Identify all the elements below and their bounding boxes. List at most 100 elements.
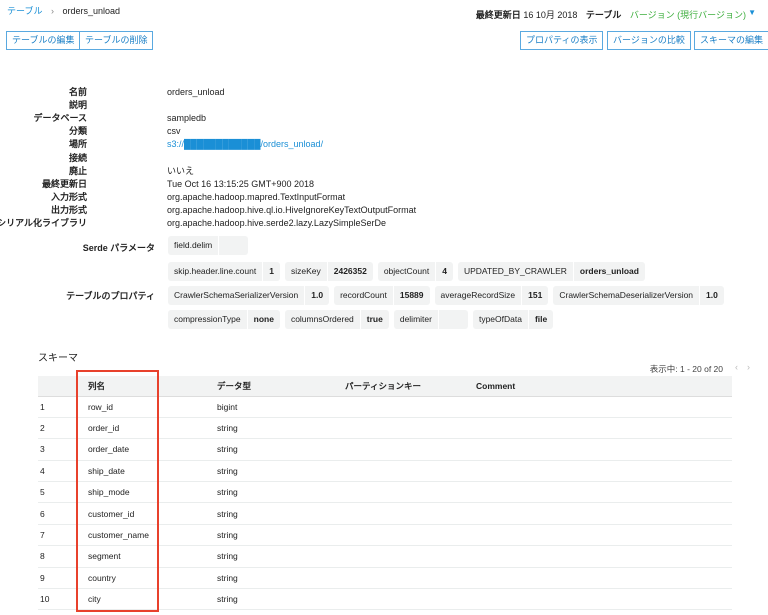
comment bbox=[476, 545, 732, 568]
table-label: テーブル bbox=[585, 10, 622, 20]
property-chip: typeOfData file bbox=[472, 310, 554, 329]
property-key: sizeKey bbox=[290, 266, 321, 276]
partition-key bbox=[345, 545, 476, 568]
property-chip: compressionType none bbox=[168, 310, 280, 329]
property-chip: UPDATED_BY_CRAWLER orders_unload bbox=[457, 262, 645, 281]
detail-label: 名前 bbox=[68, 87, 87, 97]
property-chip: objectCount 4 bbox=[377, 262, 453, 281]
partition-key bbox=[345, 502, 476, 525]
partition-key bbox=[345, 396, 476, 418]
caret-down-icon[interactable]: ▼ bbox=[748, 8, 756, 17]
property-value: orders_unload bbox=[572, 262, 645, 281]
detail-value: いいえ bbox=[167, 165, 195, 176]
comment bbox=[476, 438, 732, 461]
detail-label: データベース bbox=[33, 113, 87, 124]
col-partition-header[interactable]: パーティションキー bbox=[345, 376, 476, 397]
property-row: skip.header.line.count 1 sizeKey 2426352 obj… bbox=[168, 262, 645, 281]
row-index: 10 bbox=[38, 588, 80, 611]
col-comment-header[interactable]: Comment bbox=[476, 376, 732, 397]
detail-value[interactable]: s3://████████████/orders_unload/ bbox=[167, 138, 323, 151]
row-index: 2 bbox=[38, 417, 80, 440]
prev-page-icon[interactable]: ‹ bbox=[735, 362, 738, 372]
property-value: none bbox=[246, 310, 280, 329]
comment bbox=[476, 481, 732, 504]
partition-key bbox=[345, 588, 476, 611]
last-updated-value: 16 10月 2018 bbox=[523, 10, 578, 20]
next-page-icon[interactable]: › bbox=[747, 362, 750, 372]
pagination-info: 表示中: 1 - 20 of 20 bbox=[649, 364, 723, 374]
comment bbox=[476, 396, 732, 418]
property-key: CrawlerSchemaSerializerVersion bbox=[174, 290, 299, 300]
detail-row: 最終更新日 Tue Oct 16 13:15:25 GMT+900 2018 bbox=[0, 178, 700, 191]
detail-row: 分類 csv bbox=[0, 125, 700, 138]
detail-row: 入力形式 org.apache.hadoop.mapred.TextInputFo… bbox=[0, 191, 700, 204]
detail-row: 廃止 いいえ bbox=[0, 165, 700, 178]
breadcrumb: テーブル › orders_unload bbox=[7, 4, 120, 17]
breadcrumb-tables-link[interactable]: テーブル bbox=[7, 6, 42, 16]
last-updated-label: 最終更新日 bbox=[475, 10, 521, 20]
detail-row: 名前 orders_unload bbox=[0, 86, 700, 99]
column-type: string bbox=[217, 438, 345, 461]
breadcrumb-current: orders_unload bbox=[62, 6, 121, 16]
detail-row: 説明 bbox=[0, 99, 700, 112]
property-row: CrawlerSchemaSerializerVersion 1.0 recordC… bbox=[168, 286, 724, 305]
partition-key bbox=[345, 417, 476, 440]
property-value: 1.0 bbox=[699, 286, 724, 305]
detail-label: 廃止 bbox=[68, 165, 87, 176]
serde-params: field.delim bbox=[168, 236, 249, 255]
column-type: string bbox=[217, 417, 345, 440]
partition-key bbox=[345, 481, 476, 504]
column-type: string bbox=[217, 567, 345, 590]
row-index: 5 bbox=[38, 481, 80, 504]
property-key: UPDATED_BY_CRAWLER bbox=[463, 266, 567, 276]
header-meta: 最終更新日 16 10月 2018 テーブル バージョン (現行バージョン) bbox=[476, 8, 746, 21]
detail-label: 出力形式 bbox=[50, 204, 87, 215]
property-key: objectCount bbox=[383, 266, 430, 276]
property-chip: CrawlerSchemaDeserializerVersion 1.0 bbox=[553, 286, 724, 305]
detail-value: sampledb bbox=[167, 113, 207, 124]
detail-row: 接続 bbox=[0, 152, 700, 165]
compare-versions-button[interactable]: バージョンの比較 bbox=[607, 31, 691, 50]
row-index: 6 bbox=[38, 502, 80, 525]
property-chip: delimiter bbox=[393, 310, 468, 329]
comment bbox=[476, 524, 732, 547]
property-key: typeOfData bbox=[478, 314, 522, 324]
property-value: 151 bbox=[521, 286, 548, 305]
property-key: recordCount bbox=[340, 290, 387, 300]
partition-key bbox=[345, 567, 476, 590]
property-key: skip.header.line.count bbox=[174, 266, 257, 276]
detail-value: orders_unload bbox=[167, 87, 225, 97]
detail-label: 分類 bbox=[68, 126, 87, 137]
view-properties-button[interactable]: プロパティの表示 bbox=[520, 31, 604, 50]
detail-value: csv bbox=[167, 126, 181, 137]
column-type: string bbox=[217, 460, 345, 483]
property-chip: sizeKey 2426352 bbox=[284, 262, 373, 281]
column-type: string bbox=[217, 524, 345, 547]
partition-key bbox=[345, 438, 476, 461]
property-value: file bbox=[527, 310, 553, 329]
column-type: string bbox=[217, 588, 345, 611]
edit-schema-button[interactable]: スキーマの編集 bbox=[694, 31, 768, 50]
property-key: CrawlerSchemaDeserializerVersion bbox=[559, 290, 694, 300]
property-chip: CrawlerSchemaSerializerVersion 1.0 bbox=[168, 286, 330, 305]
col-type-header[interactable]: データ型 bbox=[217, 376, 345, 397]
detail-value: org.apache.hadoop.hive.serde2.lazy.LazyS… bbox=[167, 218, 386, 228]
detail-value: Tue Oct 16 13:15:25 GMT+900 2018 bbox=[167, 178, 315, 189]
schema-title: スキーマ bbox=[38, 353, 78, 364]
detail-label: 入力形式 bbox=[50, 191, 87, 202]
highlight-box bbox=[76, 370, 159, 612]
row-index: 9 bbox=[38, 567, 80, 590]
chevron-right-icon: › bbox=[50, 6, 54, 16]
column-type: bigint bbox=[217, 396, 345, 418]
detail-row: 場所 s3://████████████/orders_unload/ bbox=[0, 138, 700, 151]
param-key: field.delim bbox=[174, 240, 213, 250]
property-value: true bbox=[359, 310, 389, 329]
comment bbox=[476, 417, 732, 440]
partition-key bbox=[345, 524, 476, 547]
delete-table-button[interactable]: テーブルの削除 bbox=[79, 31, 154, 50]
property-chip: skip.header.line.count 1 bbox=[168, 262, 280, 281]
edit-table-button[interactable]: テーブルの編集 bbox=[6, 31, 81, 50]
property-key: columnsOrdered bbox=[290, 314, 354, 324]
version-select[interactable]: バージョン (現行バージョン) bbox=[630, 10, 746, 20]
property-value: 1.0 bbox=[304, 286, 329, 305]
